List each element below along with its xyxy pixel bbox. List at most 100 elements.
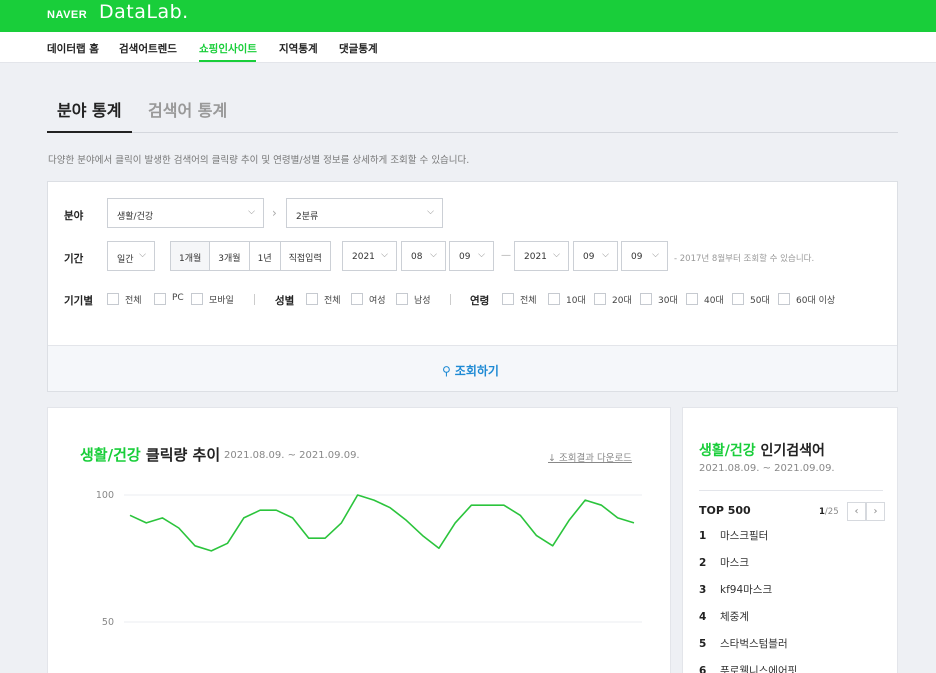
popular-date-range: 2021.08.09. ~ 2021.09.09. bbox=[699, 463, 835, 474]
end-day-value: 09 bbox=[631, 252, 643, 262]
end-month-select[interactable]: 09 ⌵ bbox=[573, 241, 618, 271]
filter-panel: 분야 생활/건강 ⌵ › 2분류 ⌵ 기간 일간 ⌵ 1개월 3개월 1년 직접… bbox=[47, 181, 898, 392]
period-hint: - 2017년 8월부터 조회할 수 있습니다. bbox=[674, 254, 815, 264]
range-1-month-button[interactable]: 1개월 bbox=[171, 242, 211, 270]
y-tick-label: 100 bbox=[96, 490, 114, 501]
top-500-label: TOP 500 bbox=[699, 504, 751, 517]
range-custom-button[interactable]: 직접입력 bbox=[280, 242, 330, 270]
start-month-value: 08 bbox=[411, 252, 423, 262]
gender-male-label: 남성 bbox=[414, 296, 431, 306]
list-item[interactable]: 4 체중계 bbox=[699, 609, 749, 624]
click-trend-panel: 생활/건강 클릭량 추이 2021.08.09. ~ 2021.09.09. ↓… bbox=[47, 407, 671, 673]
top-bar: NAVER DataLab. bbox=[0, 0, 936, 32]
main-nav: 데이터랩 홈 검색어트렌드 쇼핑인사이트 지역통계 댓글통계 bbox=[0, 32, 936, 63]
age-all-checkbox[interactable] bbox=[502, 293, 514, 305]
page-total: /25 bbox=[824, 507, 839, 517]
device-all-checkbox[interactable] bbox=[107, 293, 119, 305]
list-item[interactable]: 6 푸로웰니스에어핏 bbox=[699, 663, 797, 673]
start-day-value: 09 bbox=[459, 252, 471, 262]
chevron-right-icon: › bbox=[272, 206, 277, 220]
period-unit-select[interactable]: 일간 ⌵ bbox=[107, 241, 155, 271]
category2-select[interactable]: 2분류 ⌵ bbox=[286, 198, 443, 228]
chevron-down-icon: ⌵ bbox=[139, 250, 146, 260]
age-30s-checkbox[interactable] bbox=[640, 293, 652, 305]
list-item[interactable]: 5 스타벅스텀블러 bbox=[699, 636, 788, 651]
nav-active-indicator bbox=[199, 60, 256, 62]
divider bbox=[699, 490, 883, 491]
gender-female-label: 여성 bbox=[369, 296, 386, 306]
start-year-value: 2021 bbox=[352, 252, 375, 262]
nav-item-search-trend[interactable]: 검색어트렌드 bbox=[119, 41, 177, 56]
category2-value: 2분류 bbox=[296, 212, 319, 222]
end-year-value: 2021 bbox=[524, 252, 547, 262]
chevron-down-icon: ⌵ bbox=[553, 250, 560, 260]
gender-female-checkbox[interactable] bbox=[351, 293, 363, 305]
prev-page-button[interactable]: ‹ bbox=[847, 502, 866, 521]
period-range-group: 1개월 3개월 1년 직접입력 bbox=[170, 241, 331, 271]
rank-number: 4 bbox=[699, 611, 707, 623]
popular-title-category: 생활/건강 bbox=[699, 443, 756, 459]
gender-label: 성별 bbox=[275, 295, 295, 307]
gender-all-label: 전체 bbox=[324, 296, 341, 306]
gender-all-checkbox[interactable] bbox=[306, 293, 318, 305]
divider bbox=[254, 294, 255, 305]
device-pc-checkbox[interactable] bbox=[154, 293, 166, 305]
start-day-select[interactable]: 09 ⌵ bbox=[449, 241, 494, 271]
rank-keyword: 마스크필터 bbox=[720, 530, 769, 542]
age-10s-checkbox[interactable] bbox=[548, 293, 560, 305]
popular-title-text: 인기검색어 bbox=[760, 443, 825, 459]
age-30s-label: 30대 bbox=[658, 296, 678, 306]
period-unit-value: 일간 bbox=[117, 255, 134, 265]
divider bbox=[450, 294, 451, 305]
end-month-value: 09 bbox=[583, 252, 595, 262]
search-button[interactable]: ⚲ 조회하기 bbox=[442, 362, 499, 379]
device-label: 기기별 bbox=[64, 295, 93, 307]
device-mobile-label: 모바일 bbox=[209, 296, 234, 306]
nav-item-regional-stats[interactable]: 지역통계 bbox=[279, 41, 318, 56]
tab-active-indicator bbox=[47, 131, 132, 133]
popular-keywords-panel: 생활/건강 인기검색어 2021.08.09. ~ 2021.09.09. TO… bbox=[682, 407, 898, 673]
rank-keyword: 마스크 bbox=[720, 557, 749, 569]
start-year-select[interactable]: 2021 ⌵ bbox=[342, 241, 397, 271]
range-3-month-button[interactable]: 3개월 bbox=[210, 242, 250, 270]
list-item[interactable]: 1 마스크필터 bbox=[699, 528, 768, 543]
device-pc-label: PC bbox=[172, 293, 184, 303]
rank-number: 1 bbox=[699, 530, 707, 542]
category1-select[interactable]: 생활/건강 ⌵ bbox=[107, 198, 264, 228]
tab-category-stats[interactable]: 분야 통계 bbox=[57, 97, 121, 121]
rank-keyword: 스타벅스텀블러 bbox=[720, 638, 788, 650]
end-year-select[interactable]: 2021 ⌵ bbox=[514, 241, 569, 271]
age-50s-checkbox[interactable] bbox=[732, 293, 744, 305]
device-mobile-checkbox[interactable] bbox=[191, 293, 203, 305]
range-1-year-button[interactable]: 1년 bbox=[249, 242, 281, 270]
list-item[interactable]: 3 kf94마스크 bbox=[699, 582, 772, 597]
tab-keyword-stats[interactable]: 검색어 통계 bbox=[148, 97, 227, 121]
age-60s-checkbox[interactable] bbox=[778, 293, 790, 305]
list-item[interactable]: 2 마스크 bbox=[699, 555, 749, 570]
nav-item-shopping-insight[interactable]: 쇼핑인사이트 bbox=[199, 41, 257, 56]
start-month-select[interactable]: 08 ⌵ bbox=[401, 241, 446, 271]
search-icon: ⚲ bbox=[442, 364, 451, 378]
nav-item-datalab-home[interactable]: 데이터랩 홈 bbox=[47, 41, 99, 56]
popular-title: 생활/건강 인기검색어 bbox=[699, 440, 825, 460]
rank-keyword: kf94마스크 bbox=[720, 584, 773, 596]
chevron-down-icon: ⌵ bbox=[430, 250, 437, 260]
rank-number: 6 bbox=[699, 665, 707, 673]
age-40s-checkbox[interactable] bbox=[686, 293, 698, 305]
search-button-label: 조회하기 bbox=[454, 364, 499, 378]
gender-male-checkbox[interactable] bbox=[396, 293, 408, 305]
age-label: 연령 bbox=[470, 295, 490, 307]
chevron-down-icon: ⌵ bbox=[248, 207, 255, 217]
page-indicator: 1/25 bbox=[819, 507, 839, 517]
age-50s-label: 50대 bbox=[750, 296, 770, 306]
datalab-logo[interactable]: DataLab. bbox=[99, 1, 189, 23]
age-20s-label: 20대 bbox=[612, 296, 632, 306]
age-60s-label: 60대 이상 bbox=[796, 296, 836, 306]
age-20s-checkbox[interactable] bbox=[594, 293, 606, 305]
age-10s-label: 10대 bbox=[566, 296, 586, 306]
chevron-down-icon: ⌵ bbox=[602, 250, 609, 260]
naver-logo[interactable]: NAVER bbox=[47, 9, 87, 21]
nav-item-comment-stats[interactable]: 댓글통계 bbox=[339, 41, 378, 56]
next-page-button[interactable]: › bbox=[866, 502, 885, 521]
end-day-select[interactable]: 09 ⌵ bbox=[621, 241, 668, 271]
